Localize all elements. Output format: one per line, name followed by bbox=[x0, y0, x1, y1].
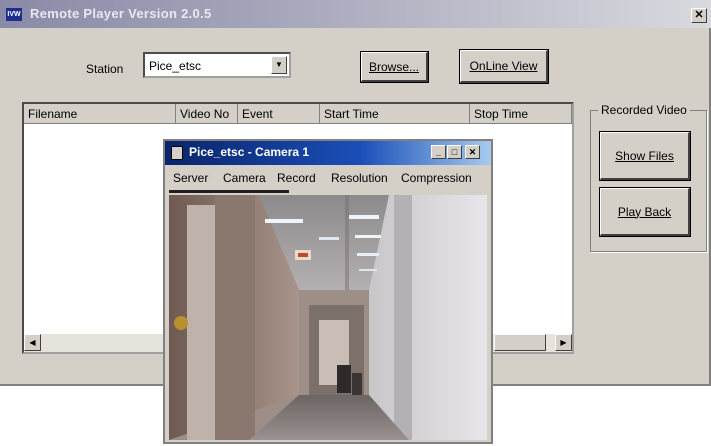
dropdown-arrow-icon[interactable]: ▼ bbox=[271, 56, 287, 74]
column-stop-time[interactable]: Stop Time bbox=[470, 104, 572, 124]
hallway-image bbox=[169, 195, 487, 440]
minimize-icon[interactable]: _ bbox=[431, 145, 446, 159]
recorded-video-title: Recorded Video bbox=[598, 103, 690, 117]
station-dropdown[interactable]: Pice_etsc ▼ bbox=[143, 52, 291, 78]
stream-progress bbox=[169, 190, 289, 193]
camera-window[interactable]: Pice_etsc - Camera 1 _ □ ✕ Server Camera… bbox=[163, 139, 493, 444]
camera-video-feed bbox=[169, 195, 487, 440]
menu-record[interactable]: Record bbox=[277, 171, 316, 185]
window-title: Remote Player Version 2.0.5 bbox=[30, 6, 212, 21]
list-header: Filename Video No Event Start Time Stop … bbox=[24, 104, 572, 124]
menu-server[interactable]: Server bbox=[173, 171, 208, 185]
station-value: Pice_etsc bbox=[149, 59, 202, 73]
close-button[interactable]: ✕ bbox=[691, 8, 707, 23]
close-icon[interactable]: ✕ bbox=[465, 145, 480, 159]
camera-window-title: Pice_etsc - Camera 1 bbox=[189, 145, 310, 159]
browse-button[interactable]: Browse... bbox=[360, 51, 429, 83]
show-files-button[interactable]: Show Files bbox=[599, 131, 691, 181]
menu-compression[interactable]: Compression bbox=[401, 171, 472, 185]
online-view-button[interactable]: OnLine View bbox=[459, 49, 549, 84]
camera-menubar: Server Camera Record Resolution Compress… bbox=[165, 167, 491, 189]
scrollbar-thumb[interactable] bbox=[494, 334, 546, 351]
play-back-button[interactable]: Play Back bbox=[599, 187, 691, 237]
scroll-left-icon[interactable]: ◀ bbox=[24, 334, 41, 351]
app-icon: IVW bbox=[6, 8, 22, 21]
maximize-icon[interactable]: □ bbox=[447, 145, 462, 159]
scroll-right-icon[interactable]: ▶ bbox=[555, 334, 572, 351]
title-bar[interactable]: IVW Remote Player Version 2.0.5 ✕ bbox=[0, 0, 711, 28]
station-label: Station bbox=[86, 62, 124, 76]
menu-resolution[interactable]: Resolution bbox=[331, 171, 388, 185]
menu-camera[interactable]: Camera bbox=[223, 171, 266, 185]
column-filename[interactable]: Filename bbox=[24, 104, 176, 124]
column-event[interactable]: Event bbox=[238, 104, 320, 124]
column-video-no[interactable]: Video No bbox=[176, 104, 238, 124]
camera-title-bar[interactable]: Pice_etsc - Camera 1 _ □ ✕ bbox=[165, 141, 491, 165]
column-start-time[interactable]: Start Time bbox=[320, 104, 470, 124]
camera-window-icon bbox=[171, 146, 183, 160]
